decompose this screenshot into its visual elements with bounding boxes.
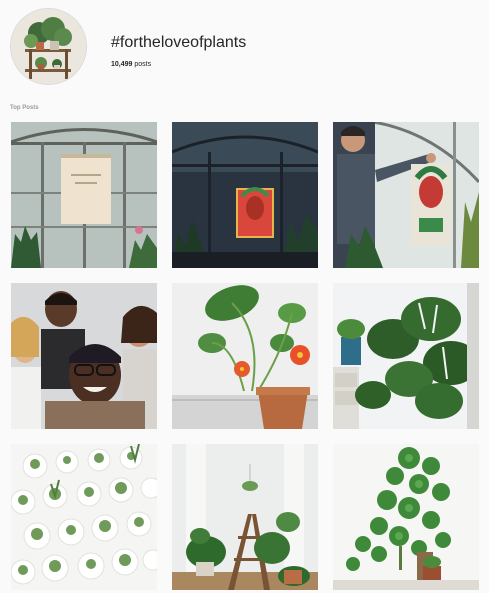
post-image (172, 444, 318, 590)
post-succulent-cups[interactable] (11, 444, 157, 590)
post-count-number: 10,499 (111, 61, 133, 68)
post-image (172, 122, 318, 268)
post-image (333, 444, 479, 590)
post-image (11, 122, 157, 268)
post-image (172, 283, 318, 429)
post-image (11, 283, 157, 429)
post-count-suffix: posts (132, 61, 152, 68)
hashtag-header: #fortheloveofplants 10,499 posts (10, 8, 480, 88)
post-plant-ladder[interactable] (172, 444, 318, 590)
post-monstera-shelf[interactable] (333, 283, 479, 429)
top-posts-label: Top Posts (10, 105, 39, 111)
post-image (333, 283, 479, 429)
post-greenhouse-banner[interactable] (11, 122, 157, 268)
post-greenhouse-red-poster[interactable] (172, 122, 318, 268)
post-nasturtium-pot[interactable] (172, 283, 318, 429)
post-image (11, 444, 157, 590)
post-pilea-plant[interactable] (333, 444, 479, 590)
plant-shelf-avatar-icon (11, 9, 86, 84)
avatar[interactable] (10, 8, 87, 85)
post-image (333, 122, 479, 268)
hashtag-title: #fortheloveofplants (111, 34, 247, 51)
post-count: 10,499 posts (111, 61, 151, 68)
post-man-hanging-poster[interactable] (333, 122, 479, 268)
top-posts-grid (11, 122, 479, 590)
post-group-selfie[interactable] (11, 283, 157, 429)
